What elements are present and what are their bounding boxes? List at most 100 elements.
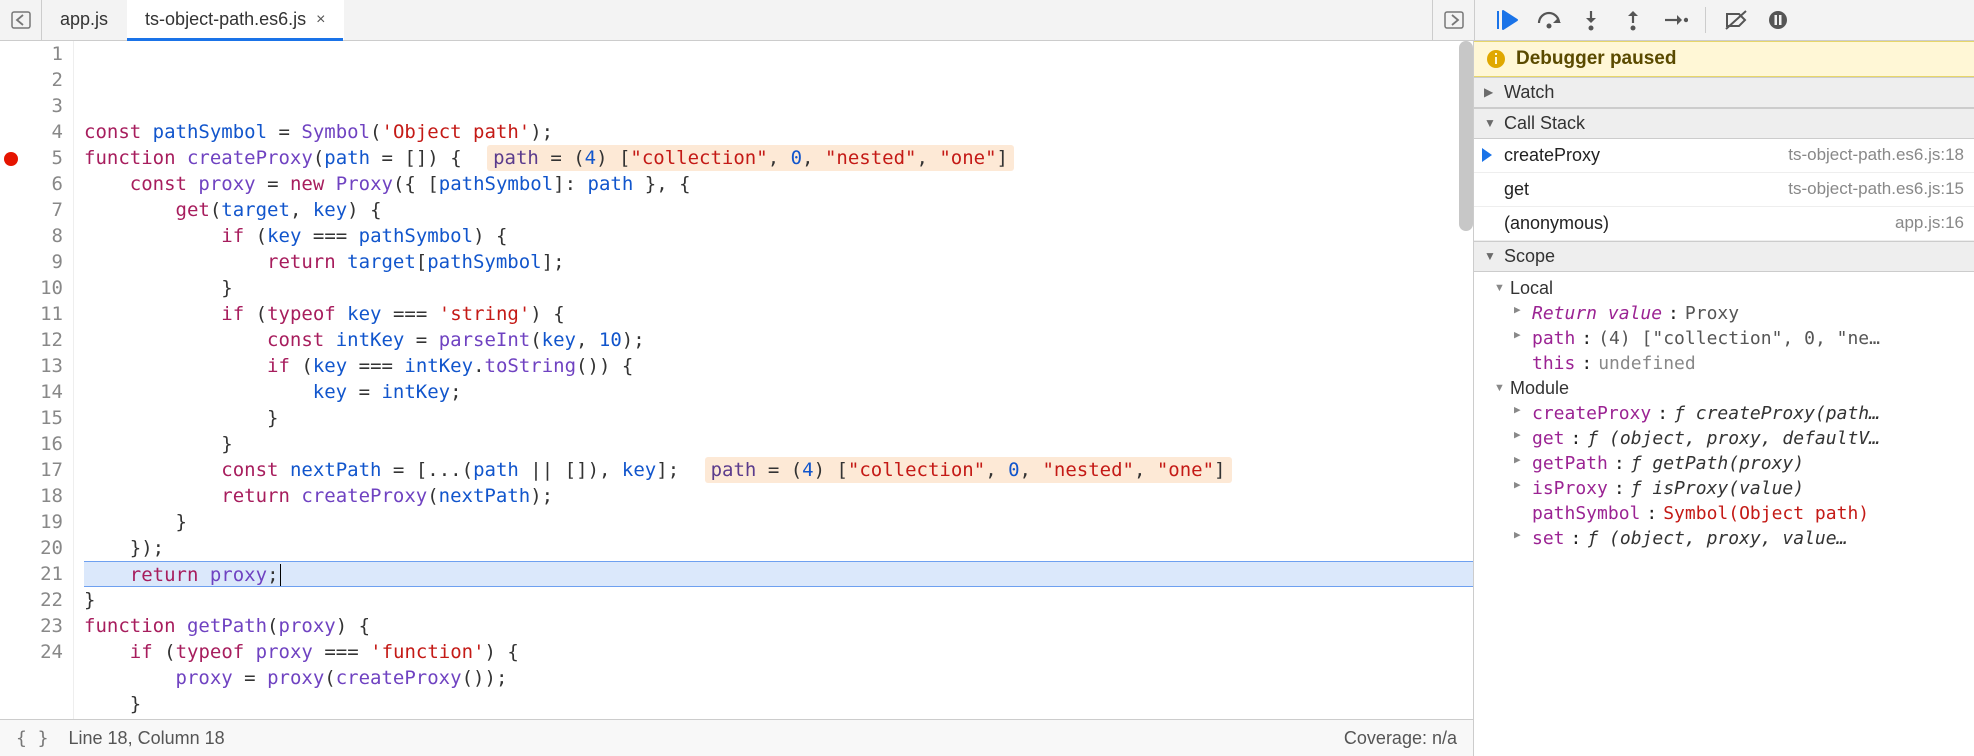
line-number[interactable]: 21 [0,561,63,587]
scope-return-value[interactable]: ▶ Return value: Proxy [1474,301,1974,326]
callstack-section-header[interactable]: ▼ Call Stack [1474,108,1974,139]
chevron-right-icon: ▶ [1484,85,1498,99]
chevron-right-icon: ▶ [1514,303,1526,316]
scope-body: ▼ Local ▶ Return value: Proxy ▶ path: (4… [1474,272,1974,559]
scope-module-item[interactable]: ▶isProxy: ƒ isProxy(value) [1474,476,1974,501]
gutter[interactable]: 123456789101112131415161718192021222324 [0,41,74,720]
line-number[interactable]: 18 [0,483,63,509]
callstack-list: createProxyts-object-path.es6.js:18 get ts… [1474,139,1974,241]
step-button[interactable] [1657,2,1693,38]
code-line[interactable]: if (typeof key === 'string') { [84,301,1473,327]
line-number[interactable]: 23 [0,613,63,639]
line-number[interactable]: 24 [0,639,63,665]
more-tabs-button[interactable] [1432,0,1474,40]
code-line[interactable]: return proxy; [84,561,1473,587]
chevron-right-icon: ▶ [1514,428,1526,441]
frame-location: ts-object-path.es6.js:15 [1788,179,1964,199]
chevron-down-icon: ▼ [1494,382,1506,394]
line-number[interactable]: 9 [0,249,63,275]
chevron-right-icon: ▶ [1514,528,1526,541]
line-number[interactable]: 5 [0,145,63,171]
step-into-button[interactable] [1573,2,1609,38]
line-number[interactable]: 10 [0,275,63,301]
chevron-right-icon: ▶ [1514,453,1526,466]
line-number[interactable]: 22 [0,587,63,613]
code-line[interactable]: return createProxy(nextPath); [84,483,1473,509]
scope-module-item[interactable]: ▶set: ƒ (object, proxy, value… [1474,526,1974,551]
code-line[interactable]: function getPath(proxy) { [84,613,1473,639]
close-icon[interactable]: × [316,11,325,29]
code-line[interactable]: return proxy[pathSymbol]; [84,717,1473,720]
tab-app-js[interactable]: app.js [42,0,127,40]
code-line[interactable]: const proxy = new Proxy({ [pathSymbol]: … [84,171,1473,197]
scope-local-label: Local [1510,278,1553,299]
scope-module-header[interactable]: ▼ Module [1474,376,1974,401]
line-number[interactable]: 11 [0,301,63,327]
resume-button[interactable] [1489,2,1525,38]
line-number[interactable]: 8 [0,223,63,249]
code-line[interactable]: }); [84,535,1473,561]
code-line[interactable]: } [84,587,1473,613]
watch-section-header[interactable]: ▶ Watch [1474,77,1974,108]
scope-module-item[interactable]: ▶createProxy: ƒ createProxy(path… [1474,401,1974,426]
line-number[interactable]: 7 [0,197,63,223]
frame-function: (anonymous) [1504,213,1609,234]
code-line[interactable]: key = intKey; [84,379,1473,405]
line-number[interactable]: 17 [0,457,63,483]
scope-module-item[interactable]: ▶get: ƒ (object, proxy, defaultV… [1474,426,1974,451]
pretty-print-icon[interactable]: { } [16,728,49,749]
code-line[interactable]: } [84,691,1473,717]
code-line[interactable]: get(target, key) { [84,197,1473,223]
line-number[interactable]: 16 [0,431,63,457]
info-icon [1486,49,1506,69]
frame-function: get [1504,179,1529,200]
code-line[interactable]: } [84,431,1473,457]
code-line[interactable]: if (typeof proxy === 'function') { [84,639,1473,665]
code-line[interactable]: } [84,405,1473,431]
code-line[interactable]: } [84,509,1473,535]
callstack-frame[interactable]: get ts-object-path.es6.js:15 [1474,173,1974,207]
scope-this: this: undefined [1474,351,1974,376]
separator [1705,7,1706,33]
tab-label: app.js [60,9,108,30]
frame-location: app.js:16 [1895,213,1964,233]
code-line[interactable]: return target[pathSymbol]; [84,249,1473,275]
code-line[interactable]: if (key === intKey.toString()) { [84,353,1473,379]
pause-on-exceptions-button[interactable] [1760,2,1796,38]
code-line[interactable]: function createProxy(path = []) { path =… [84,145,1473,171]
line-number[interactable]: 4 [0,119,63,145]
inline-value-hint: path = (4) ["collection", 0, "nested", "… [487,145,1014,171]
chevron-down-icon: ▼ [1484,116,1498,130]
code-line[interactable]: proxy = proxy(createProxy()); [84,665,1473,691]
code-line[interactable]: const intKey = parseInt(key, 10); [84,327,1473,353]
show-navigator-button[interactable] [0,0,42,40]
line-number[interactable]: 2 [0,67,63,93]
code-line[interactable]: const nextPath = [...(path || []), key];… [84,457,1473,483]
chevron-right-icon: ▶ [1514,328,1526,341]
scope-local-header[interactable]: ▼ Local [1474,276,1974,301]
line-number[interactable]: 14 [0,379,63,405]
code-line[interactable]: const pathSymbol = Symbol('Object path')… [84,119,1473,145]
line-number[interactable]: 6 [0,171,63,197]
line-number[interactable]: 1 [0,41,63,67]
code-line[interactable]: } [84,275,1473,301]
callstack-frame[interactable]: (anonymous) app.js:16 [1474,207,1974,241]
step-out-button[interactable] [1615,2,1651,38]
scope-module-item[interactable]: ▶getPath: ƒ getPath(proxy) [1474,451,1974,476]
scope-path[interactable]: ▶ path: (4) ["collection", 0, "ne… [1474,326,1974,351]
line-number[interactable]: 15 [0,405,63,431]
line-number[interactable]: 19 [0,509,63,535]
cursor-location: Line 18, Column 18 [69,728,225,749]
scope-section-header[interactable]: ▼ Scope [1474,241,1974,272]
line-number[interactable]: 13 [0,353,63,379]
step-over-button[interactable] [1531,2,1567,38]
callstack-frame[interactable]: createProxyts-object-path.es6.js:18 [1474,139,1974,173]
code-line[interactable]: if (key === pathSymbol) { [84,223,1473,249]
deactivate-breakpoints-button[interactable] [1718,2,1754,38]
code-editor[interactable]: const pathSymbol = Symbol('Object path')… [74,41,1473,720]
line-number[interactable]: 3 [0,93,63,119]
scope-module-item[interactable]: pathSymbol: Symbol(Object path) [1474,501,1974,526]
line-number[interactable]: 20 [0,535,63,561]
line-number[interactable]: 12 [0,327,63,353]
tab-ts-object-path[interactable]: ts-object-path.es6.js × [127,0,344,40]
